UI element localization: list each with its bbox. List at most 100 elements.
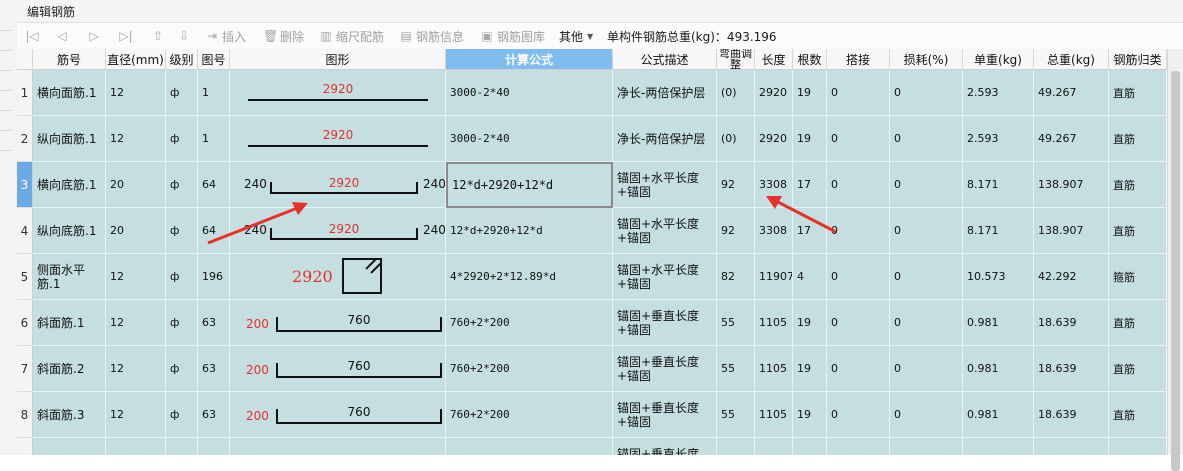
formula-cell[interactable]: 3000-2*40 (446, 116, 613, 162)
insert-button[interactable]: ⇥ 插入 (205, 27, 246, 45)
row-header[interactable]: 8 (17, 392, 33, 438)
row-header[interactable]: 5 (17, 254, 33, 300)
row-header[interactable]: 4 (17, 208, 33, 254)
total-cell[interactable]: 49.267 (1034, 70, 1109, 116)
lap-cell[interactable]: 0 (827, 116, 890, 162)
row-header[interactable]: 2 (17, 116, 33, 162)
bar-name-cell[interactable]: 横向面筋.1 (33, 70, 106, 116)
loss-cell[interactable]: 0 (890, 346, 963, 392)
col-diameter-header[interactable]: 直径(mm) (106, 49, 166, 70)
dia-cell[interactable]: 12 (106, 254, 166, 300)
total-cell[interactable]: 18.639 (1034, 346, 1109, 392)
col-total-weight-header[interactable]: 总重(kg) (1034, 49, 1109, 70)
bend-cell[interactable]: 92 (717, 208, 755, 254)
grade-cell[interactable]: ф (166, 392, 198, 438)
col-loss-header[interactable]: 损耗(%) (890, 49, 963, 70)
shape-cell[interactable]: 240 2920 240 (230, 162, 446, 208)
formula-cell[interactable]: 12*d+2920+12*d (446, 162, 613, 208)
desc-cell[interactable]: 锚固+垂直长度+锚固 (613, 392, 717, 438)
fig-cell[interactable] (198, 438, 230, 455)
bar-name-cell[interactable]: 斜面筋.2 (33, 346, 106, 392)
col-lap-header[interactable]: 搭接 (827, 49, 890, 70)
col-length-header[interactable]: 长度 (755, 49, 793, 70)
len-cell[interactable]: 2920 (755, 70, 793, 116)
total-cell[interactable]: 42.292 (1034, 254, 1109, 300)
len-cell[interactable]: 3308 (755, 162, 793, 208)
last-record-button[interactable]: ▷| (119, 27, 136, 45)
fig-cell[interactable]: 63 (198, 392, 230, 438)
cat-cell[interactable]: 直筋 (1109, 208, 1167, 254)
col-bend-adjust-header[interactable]: 弯曲调整 (717, 49, 755, 70)
dia-cell[interactable]: 20 (106, 208, 166, 254)
vertical-scrollbar[interactable] (1167, 49, 1183, 471)
shape-cell[interactable]: 2920 (230, 116, 446, 162)
move-up-button[interactable]: ⇧ (151, 27, 168, 45)
bar-name-cell[interactable] (33, 438, 106, 455)
unit-cell[interactable]: 8.171 (963, 162, 1034, 208)
rebar-info-button[interactable]: ▤ 钢筋信息 (399, 27, 464, 45)
grade-cell[interactable]: ф (166, 208, 198, 254)
grade-cell[interactable]: ф (166, 116, 198, 162)
total-cell[interactable]: 49.267 (1034, 116, 1109, 162)
formula-cell[interactable]: 12*d+2920+12*d (446, 208, 613, 254)
len-cell[interactable]: 11907 (755, 254, 793, 300)
lap-cell[interactable] (827, 438, 890, 455)
unit-cell[interactable]: 10.573 (963, 254, 1034, 300)
cat-cell[interactable]: 直筋 (1109, 346, 1167, 392)
cat-cell[interactable]: 箍筋 (1109, 254, 1167, 300)
first-record-button[interactable]: |◁ (25, 27, 42, 45)
dia-cell[interactable]: 20 (106, 162, 166, 208)
col-figure-no-header[interactable]: 图号 (198, 49, 230, 70)
formula-cell[interactable]: 760+2*200 (446, 300, 613, 346)
loss-cell[interactable]: 0 (890, 208, 963, 254)
fig-cell[interactable]: 64 (198, 162, 230, 208)
shape-cell[interactable]: 200 760 (230, 392, 446, 438)
total-cell[interactable]: 18.639 (1034, 392, 1109, 438)
count-cell[interactable]: 19 (793, 70, 827, 116)
other-menu-button[interactable]: 其他 ▼ (559, 27, 593, 45)
lap-cell[interactable]: 0 (827, 254, 890, 300)
delete-button[interactable]: 🗑 删除 (263, 27, 304, 45)
loss-cell[interactable]: 0 (890, 116, 963, 162)
grade-cell[interactable]: ф (166, 162, 198, 208)
desc-cell[interactable]: 锚固+水平长度+锚固 (613, 254, 717, 300)
row-header[interactable]: 7 (17, 346, 33, 392)
len-cell[interactable]: 2920 (755, 116, 793, 162)
unit-cell[interactable]: 0.981 (963, 300, 1034, 346)
count-cell[interactable]: 19 (793, 392, 827, 438)
fig-cell[interactable]: 196 (198, 254, 230, 300)
total-cell[interactable]: 18.639 (1034, 300, 1109, 346)
len-cell[interactable]: 1105 (755, 346, 793, 392)
dia-cell[interactable]: 12 (106, 392, 166, 438)
formula-cell[interactable]: 760+2*200 (446, 346, 613, 392)
fig-cell[interactable]: 1 (198, 116, 230, 162)
cat-cell[interactable]: 直筋 (1109, 116, 1167, 162)
cat-cell[interactable]: 直筋 (1109, 300, 1167, 346)
prev-record-button[interactable]: ◁ (55, 27, 72, 45)
cat-cell[interactable]: 直筋 (1109, 392, 1167, 438)
total-cell[interactable]: 138.907 (1034, 208, 1109, 254)
unit-cell[interactable]: 2.593 (963, 70, 1034, 116)
desc-cell[interactable]: 锚固+水平长度+锚固 (613, 208, 717, 254)
fig-cell[interactable]: 1 (198, 70, 230, 116)
unit-cell[interactable]: 8.171 (963, 208, 1034, 254)
count-cell[interactable] (793, 438, 827, 455)
count-cell[interactable]: 19 (793, 346, 827, 392)
shape-cell[interactable]: 240 2920 240 (230, 208, 446, 254)
len-cell[interactable] (755, 438, 793, 455)
shape-cell[interactable] (230, 438, 446, 455)
bend-cell[interactable]: (0) (717, 70, 755, 116)
grade-cell[interactable]: ф (166, 70, 198, 116)
move-down-button[interactable]: ⇩ (177, 27, 194, 45)
loss-cell[interactable]: 0 (890, 70, 963, 116)
loss-cell[interactable]: 0 (890, 254, 963, 300)
col-count-header[interactable]: 根数 (793, 49, 827, 70)
col-category-header[interactable]: 钢筋归类 (1109, 49, 1167, 70)
count-cell[interactable]: 17 (793, 162, 827, 208)
len-cell[interactable]: 1105 (755, 300, 793, 346)
lap-cell[interactable]: 0 (827, 392, 890, 438)
loss-cell[interactable]: 0 (890, 392, 963, 438)
col-shape-header[interactable]: 图形 (230, 49, 446, 70)
desc-cell[interactable]: 锚固+垂直长度+锚固 (613, 346, 717, 392)
lap-cell[interactable]: 0 (827, 208, 890, 254)
